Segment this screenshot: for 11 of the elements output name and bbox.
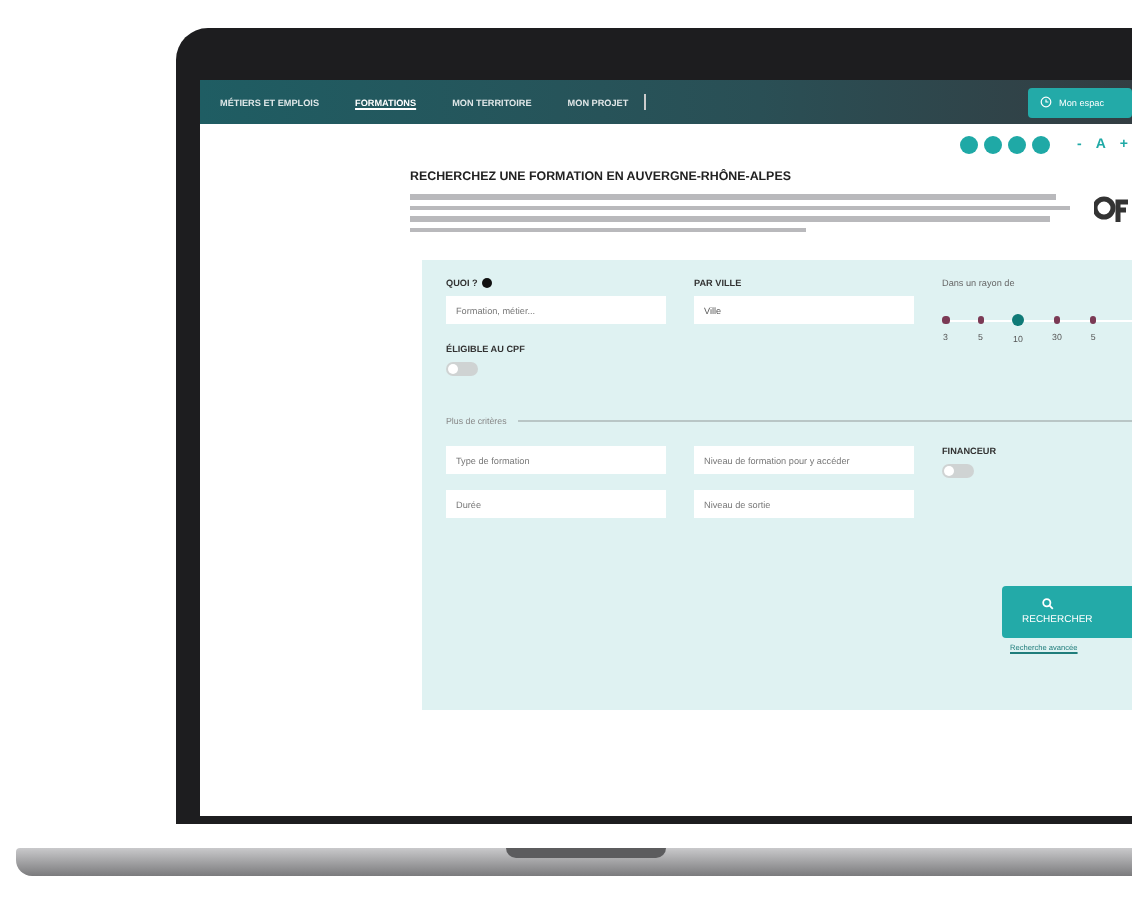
clock-icon [1039, 96, 1052, 108]
search-icon [1042, 598, 1054, 610]
help-icon[interactable] [481, 278, 492, 288]
slider-stop[interactable] [977, 316, 984, 323]
toggle-switch[interactable] [942, 464, 974, 478]
logo-icon [1094, 194, 1130, 226]
slider-stop[interactable] [1089, 316, 1097, 323]
slider-stop[interactable] [1012, 313, 1024, 326]
slider-stop[interactable] [942, 316, 949, 323]
toggle-switch[interactable] [446, 362, 478, 376]
slider-stop[interactable] [1053, 316, 1061, 323]
